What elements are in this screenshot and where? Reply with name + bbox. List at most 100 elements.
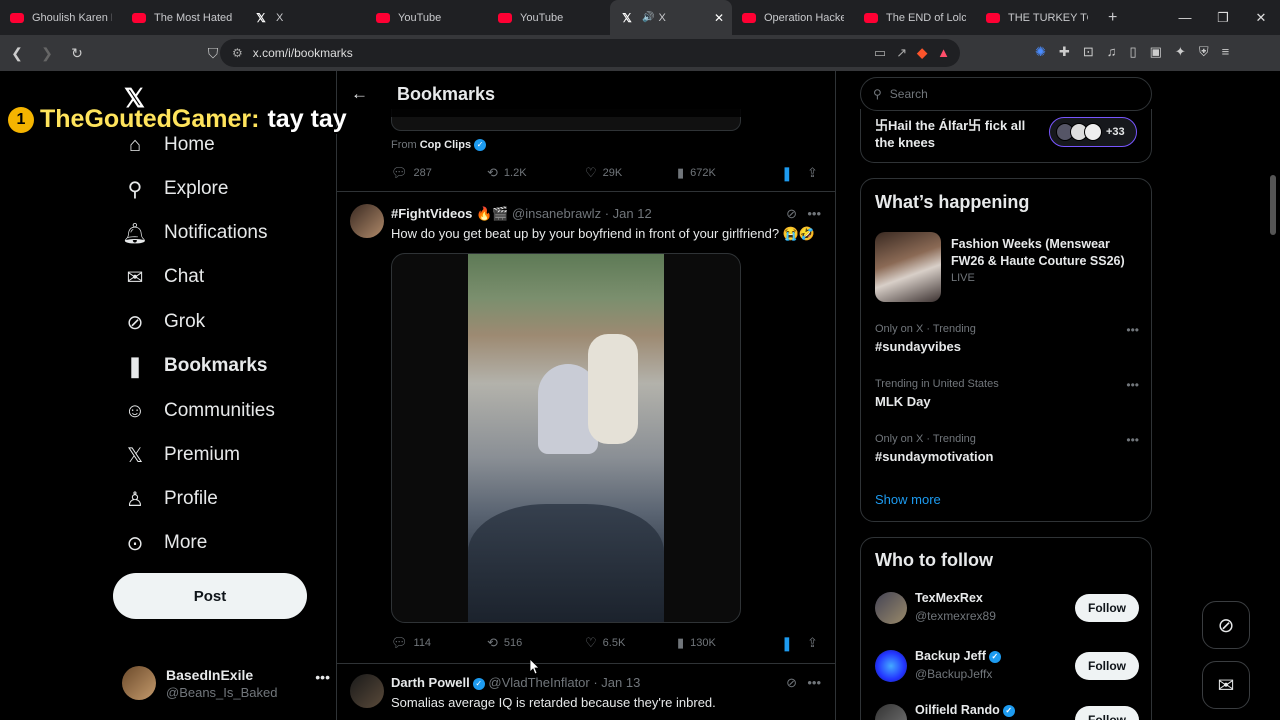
nav-item-profile[interactable]: ♙ Profile — [122, 477, 218, 521]
browser-tab[interactable]: 𝕏X — [244, 0, 366, 35]
more-dots-icon[interactable]: ••• — [807, 206, 821, 221]
nav-item-communities[interactable]: ☺ Communities — [122, 389, 275, 433]
more-circle-icon: ⊙ — [126, 532, 144, 555]
browser-tab[interactable]: The Most Hated W — [122, 0, 244, 35]
x-icon: 𝕏 — [256, 10, 266, 25]
who-to-follow-card: Who to follow TexMexRex @texmexrex89 Fol… — [860, 537, 1152, 720]
vpn-icon[interactable]: ⛨ — [1199, 44, 1209, 60]
speaker-icon[interactable]: 🔊 — [642, 12, 654, 23]
post-button[interactable]: Post — [113, 573, 307, 619]
browser-tab[interactable]: Operation Hacker — [732, 0, 854, 35]
page-title: Bookmarks — [397, 83, 496, 104]
follow-suggestion[interactable]: TexMexRex @texmexrex89 Follow — [875, 590, 1139, 630]
browser-tab-active[interactable]: 𝕏 🔊 X ✕ — [610, 0, 732, 35]
minimize-icon[interactable]: — — [1166, 0, 1204, 35]
follow-button[interactable]: Follow — [1075, 652, 1139, 680]
views-button[interactable]: ▮ 672K — [677, 165, 781, 181]
more-dots-icon[interactable]: ••• — [1126, 433, 1139, 447]
follow-suggestion[interactable]: Backup Jeff ✓ @BackupJeffx Follow — [875, 648, 1139, 688]
grok-explain-icon[interactable]: ⊘ — [786, 206, 797, 222]
wallet-icon[interactable]: ▣ — [1150, 44, 1162, 60]
more-dots-icon[interactable]: ••• — [807, 675, 821, 690]
brave-rewards-icon[interactable]: ▲ — [937, 45, 950, 61]
source-name[interactable]: Cop Clips — [420, 139, 471, 151]
messages-fab-icon[interactable]: ✉ — [1202, 661, 1250, 709]
more-dots-icon[interactable]: ••• — [1126, 323, 1139, 337]
nav-item-explore[interactable]: ⚲ Explore — [122, 167, 229, 211]
search-icon: ⚲ — [873, 87, 882, 101]
follow-button[interactable]: Follow — [1075, 706, 1139, 720]
address-bar[interactable]: ⚙ x.com/i/bookmarks ▭ ↗ ◆ ▲ — [220, 39, 960, 67]
trend-item[interactable]: Only on X · Trending #sundaymotivation •… — [875, 433, 1139, 464]
repost-button[interactable]: ⟲ 516 — [487, 635, 585, 651]
extension-icon[interactable]: ✺ — [1035, 44, 1046, 60]
community-card[interactable]: 卐Hail the Álfar卐 fick all the knees +33 — [860, 109, 1152, 163]
account-switcher[interactable]: BasedInExile @Beans_Is_Baked ••• — [122, 661, 330, 705]
previous-tweet-actions: 💬︎ 287 ⟲ 1.2K ♡ 29K ▮ 672K ❚ ⇪ — [391, 163, 825, 183]
more-dots-icon[interactable]: ••• — [1126, 378, 1139, 392]
nav-item-grok[interactable]: ⊘ Grok — [122, 300, 206, 344]
nav-item-premium[interactable]: 𝕏 Premium — [122, 433, 240, 477]
reload-icon[interactable]: ↻ — [64, 45, 90, 62]
brave-shields-icon[interactable]: ◆ — [917, 45, 927, 61]
member-avatars[interactable]: +33 — [1049, 117, 1137, 147]
bookmark-active-icon[interactable]: ❚ — [781, 165, 807, 182]
grok-explain-icon[interactable]: ⊘ — [786, 675, 797, 691]
browser-tab[interactable]: YouTube — [488, 0, 610, 35]
search-input[interactable]: ⚲ Search — [860, 77, 1152, 111]
forward-icon[interactable]: ❯ — [34, 45, 60, 62]
back-arrow-icon[interactable]: ← — [351, 84, 371, 104]
puzzle-icon[interactable]: ✚ — [1059, 44, 1070, 60]
views-button[interactable]: ▮ 130K — [677, 635, 781, 651]
share-icon[interactable]: ⇪ — [807, 635, 818, 651]
nav-item-notifications[interactable]: 🔔︎ Notifications — [122, 211, 267, 255]
x-page: 1 TheGoutedGamer: tay tay 𝕏 ⌂ Home ⚲ Explo… — [0, 71, 1280, 720]
sidebar-icon[interactable]: ▯ — [1129, 44, 1136, 60]
music-icon[interactable]: ♫ — [1107, 44, 1117, 60]
reply-button[interactable]: 💬︎ 114 — [391, 635, 487, 651]
tweet-video[interactable] — [391, 253, 741, 623]
site-info-icon[interactable]: ⚙ — [232, 46, 243, 60]
show-more-link[interactable]: Show more — [875, 492, 941, 507]
grok-fab-icon[interactable]: ⊘ — [1202, 601, 1250, 649]
nav-item-chat[interactable]: ✉ Chat — [122, 255, 205, 299]
browser-tab[interactable]: The END of Lolcow — [854, 0, 976, 35]
back-icon[interactable]: ❮ — [4, 45, 30, 62]
divider — [337, 191, 835, 192]
trend-item[interactable]: Trending in United States MLK Day ••• — [875, 378, 1139, 409]
more-dots-icon[interactable]: ••• — [315, 669, 330, 685]
like-button[interactable]: ♡ 6.5K — [585, 635, 677, 651]
browser-toolbar: ❮ ❯ ↻ ⛉ ⚙ x.com/i/bookmarks ▭ ↗ ◆ ▲ ✺ ✚ … — [0, 35, 1280, 71]
new-tab-button[interactable]: + — [1108, 9, 1117, 27]
close-tab-icon[interactable]: ✕ — [714, 11, 724, 25]
share-icon[interactable]: ⇪ — [807, 165, 818, 181]
reply-button[interactable]: 💬︎ 287 — [391, 165, 487, 181]
screenshot-icon[interactable]: ⊡ — [1083, 44, 1094, 60]
maximize-icon[interactable]: ❐ — [1204, 0, 1242, 35]
cast-icon[interactable]: ▭ — [874, 45, 886, 61]
share-icon[interactable]: ↗ — [896, 45, 907, 61]
bookmark-active-icon[interactable]: ❚ — [781, 635, 807, 652]
left-sidebar: 𝕏 ⌂ Home ⚲ Explore 🔔︎ Notifications ✉ Chat ⊘… — [112, 71, 336, 720]
avatar[interactable] — [350, 674, 384, 708]
scrollbar[interactable] — [1270, 175, 1276, 235]
browser-tab[interactable]: YouTube — [366, 0, 488, 35]
nav-item-bookmarks[interactable]: ❚ Bookmarks — [122, 344, 268, 388]
avatar[interactable] — [350, 204, 384, 238]
home-icon: ⌂ — [128, 133, 142, 156]
tweet-header: #FightVideos 🔥🎬 @insanebrawlz · Jan 12 — [391, 206, 652, 221]
follow-suggestion[interactable]: Oilfield Rando ✓ Follow — [875, 702, 1139, 720]
event-title[interactable]: Fashion Weeks (Menswear FW26 & Haute Cou… — [951, 236, 1141, 270]
like-button[interactable]: ♡ 29K — [585, 165, 677, 181]
repost-button[interactable]: ⟲ 1.2K — [487, 165, 585, 181]
leo-icon[interactable]: ✦ — [1175, 44, 1186, 60]
menu-icon[interactable]: ≡ — [1222, 44, 1230, 60]
nav-item-more[interactable]: ⊙ More — [122, 521, 208, 565]
browser-tab[interactable]: THE TURKEY TOM — [976, 0, 1098, 35]
close-window-icon[interactable]: ✕ — [1242, 0, 1280, 35]
page-header: ← Bookmarks — [337, 71, 835, 117]
follow-button[interactable]: Follow — [1075, 594, 1139, 622]
event-thumbnail[interactable] — [875, 232, 941, 302]
trend-item[interactable]: Only on X · Trending #sundayvibes ••• — [875, 323, 1139, 354]
browser-tab[interactable]: Ghoulish Karen Ha — [0, 0, 122, 35]
